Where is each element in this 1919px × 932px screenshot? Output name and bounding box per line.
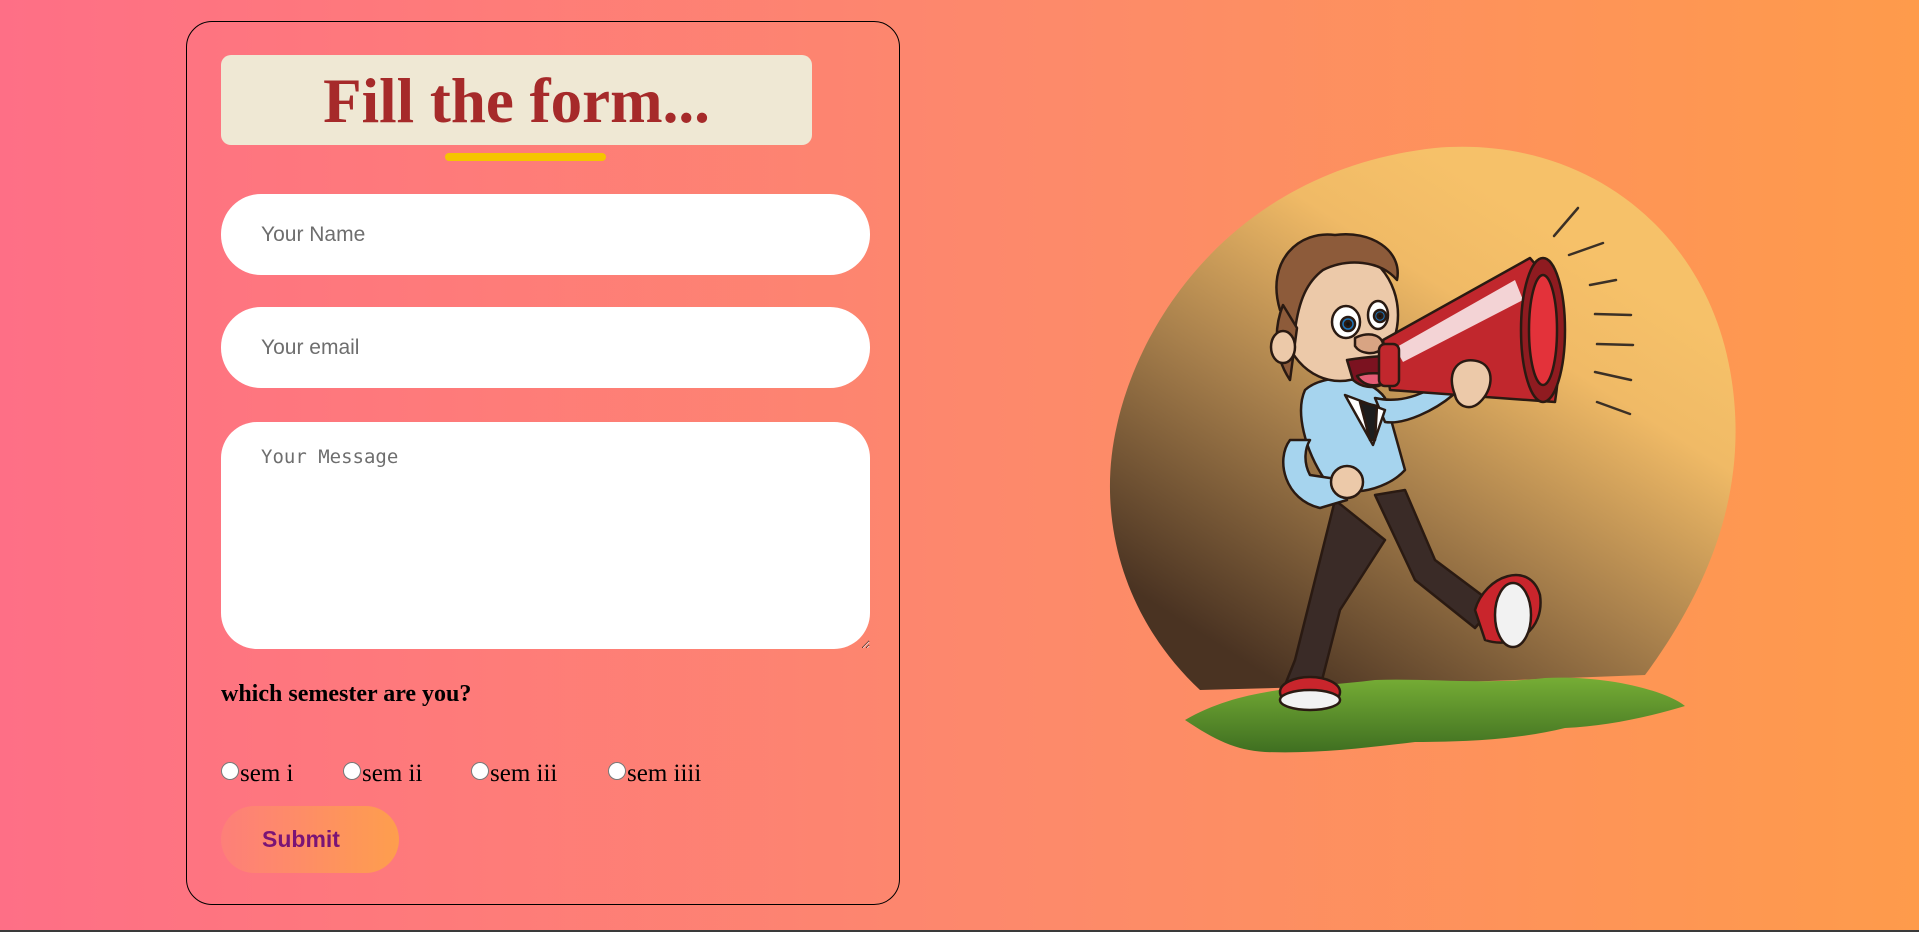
megaphone-man-icon	[1109, 146, 1736, 753]
semester-option-2[interactable]: sem ii	[343, 760, 422, 788]
message-textarea[interactable]	[221, 422, 870, 649]
semester-option-label: sem ii	[362, 760, 423, 787]
form-title-box: Fill the form...	[221, 55, 812, 145]
semester-option-label: sem i	[240, 760, 294, 787]
semester-radio-2[interactable]	[343, 762, 361, 780]
submit-button[interactable]: Submit	[221, 806, 399, 873]
contact-form-card: Fill the form... which semester are you?…	[186, 21, 900, 905]
form-title: Fill the form...	[323, 65, 710, 136]
semester-option-4[interactable]: sem iiii	[608, 760, 701, 788]
name-input[interactable]	[221, 194, 870, 275]
email-input[interactable]	[221, 307, 870, 388]
background-circle	[1109, 146, 1736, 691]
semester-radio-1[interactable]	[221, 762, 239, 780]
semester-option-label: sem iiii	[627, 760, 702, 787]
grass-patch	[1185, 677, 1685, 753]
title-underline	[445, 153, 606, 161]
semester-option-1[interactable]: sem i	[221, 760, 293, 788]
semester-option-label: sem iii	[490, 760, 558, 787]
semester-question: which semester are you?	[221, 681, 472, 707]
semester-option-3[interactable]: sem iii	[471, 760, 557, 788]
semester-radio-4[interactable]	[608, 762, 626, 780]
semester-radio-3[interactable]	[471, 762, 489, 780]
